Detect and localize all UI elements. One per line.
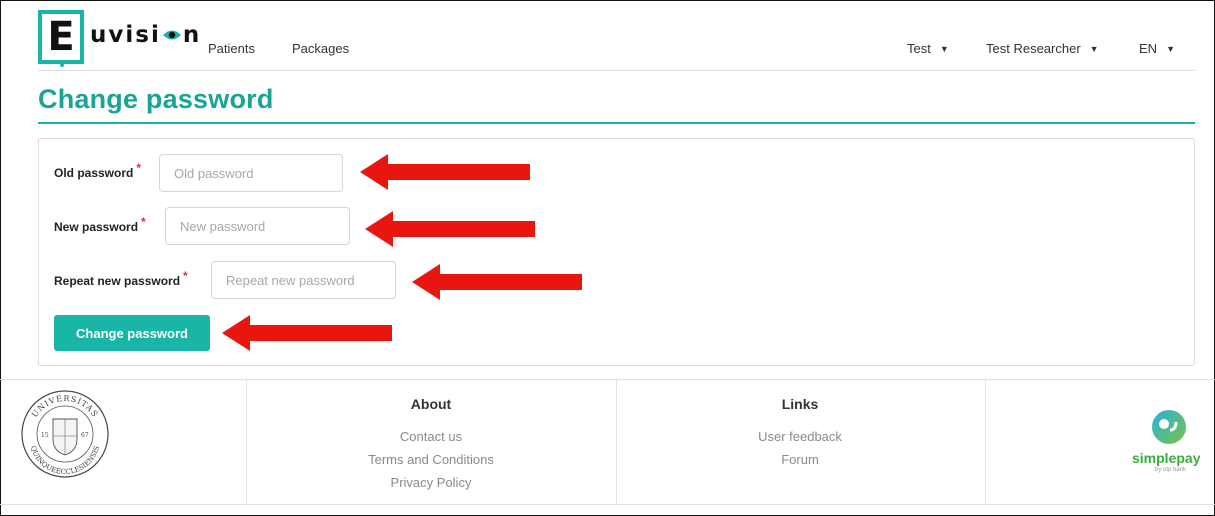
nav-user-label: Test Researcher xyxy=(986,41,1081,56)
nav-packages[interactable]: Packages xyxy=(292,41,349,56)
footer-column-separator xyxy=(616,380,617,504)
simplepay-sublabel: by otp bank xyxy=(1155,467,1187,473)
nav-user-dropdown[interactable]: Test Researcher ▼ xyxy=(986,41,1099,56)
page-title: Change password xyxy=(38,84,274,114)
new-password-label-text: New password xyxy=(54,220,139,234)
logo-letter: E xyxy=(47,14,75,60)
annotation-arrow-icon xyxy=(412,264,582,300)
nav-language-label: EN xyxy=(1139,41,1158,56)
university-seal-logo[interactable]: UNIVERSITAS QUINQUEECCLESIENSIS 15 67 xyxy=(20,389,110,479)
footer-divider xyxy=(0,379,1215,380)
logo-wordmark[interactable]: uvisi n xyxy=(90,22,201,48)
svg-text:15: 15 xyxy=(41,432,49,439)
footer-links-heading: Links xyxy=(781,396,819,412)
required-marker: * xyxy=(136,161,142,175)
annotation-arrow-icon xyxy=(365,211,535,247)
footer-column-separator xyxy=(246,380,247,504)
nav-test-label: Test xyxy=(907,41,931,56)
repeat-password-label-text: Repeat new password xyxy=(54,274,181,288)
footer-about-heading: About xyxy=(410,396,452,412)
header-divider xyxy=(38,70,1195,71)
footer-bottom-divider xyxy=(0,504,1215,505)
required-marker: * xyxy=(141,215,146,229)
simplepay-icon[interactable] xyxy=(1150,408,1188,446)
change-password-button[interactable]: Change password xyxy=(54,315,210,351)
footer-link-feedback[interactable]: User feedback xyxy=(690,429,910,444)
new-password-label: New password * xyxy=(54,215,146,234)
eye-icon xyxy=(162,30,181,40)
nav-language-dropdown[interactable]: EN ▼ xyxy=(1139,41,1175,56)
footer-link-contact[interactable]: Contact us xyxy=(321,429,541,444)
logo-text-part-b: n xyxy=(182,22,202,48)
required-marker: * xyxy=(183,269,188,283)
footer-link-terms[interactable]: Terms and Conditions xyxy=(321,452,541,467)
new-password-input[interactable] xyxy=(165,207,350,245)
old-password-label-text: Old password xyxy=(54,166,134,180)
nav-patients[interactable]: Patients xyxy=(208,41,255,56)
caret-down-icon: ▼ xyxy=(939,44,949,54)
repeat-password-label: Repeat new password * xyxy=(54,269,188,288)
svg-text:67: 67 xyxy=(81,432,89,439)
top-navbar: E uvisi n Patients Packages Test ▼ Test R… xyxy=(0,0,1215,70)
logo-text-part-a: uvisi xyxy=(90,22,161,48)
annotation-arrow-icon xyxy=(360,154,530,190)
caret-down-icon: ▼ xyxy=(1166,44,1175,54)
simplepay-label: simplepay xyxy=(1132,450,1201,466)
logo-mark[interactable]: E xyxy=(38,10,84,67)
old-password-input[interactable] xyxy=(159,154,343,192)
nav-test-dropdown[interactable]: Test ▼ xyxy=(907,41,949,56)
caret-down-icon: ▼ xyxy=(1089,44,1099,54)
repeat-password-input[interactable] xyxy=(211,261,396,299)
title-underline xyxy=(38,122,1195,124)
footer-column-separator xyxy=(985,380,986,504)
annotation-arrow-icon xyxy=(222,315,392,351)
footer-link-privacy[interactable]: Privacy Policy xyxy=(321,475,541,490)
footer-link-forum[interactable]: Forum xyxy=(690,452,910,467)
old-password-label: Old password * xyxy=(54,161,141,180)
